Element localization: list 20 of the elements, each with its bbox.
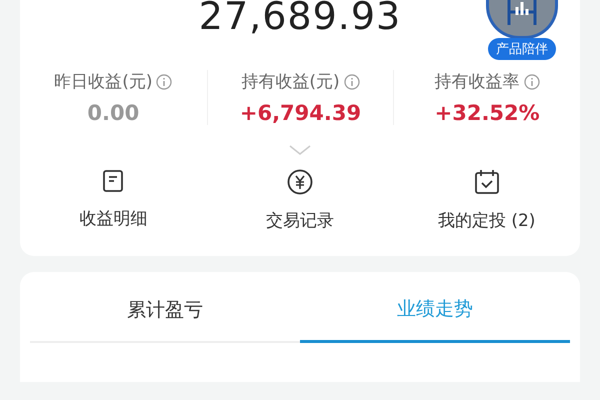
calendar-icon — [474, 169, 500, 195]
document-icon — [102, 169, 124, 193]
action-button[interactable]: 收益明细 — [20, 169, 207, 232]
tab[interactable]: 累计盈亏 — [30, 282, 300, 343]
avatar-icon[interactable] — [486, 0, 558, 39]
stat-label: 持有收益率 — [434, 71, 520, 93]
stat-label: 昨日收益(元) — [54, 71, 152, 93]
action-button[interactable]: 我的定投 (2) — [393, 169, 580, 232]
stat-value: +32.52% — [434, 101, 540, 125]
stat-value: 0.00 — [87, 101, 140, 125]
stat-value: +6,794.39 — [240, 101, 362, 125]
info-icon[interactable] — [344, 74, 360, 90]
action-button[interactable]: 交易记录 — [206, 169, 394, 232]
info-icon[interactable] — [156, 74, 172, 90]
stat-label: 持有收益(元) — [241, 71, 340, 93]
badge[interactable]: 产品陪伴 — [488, 38, 556, 60]
info-icon[interactable] — [524, 74, 540, 90]
chevron-down-icon[interactable] — [289, 145, 311, 155]
total-amount: 27,689.93 — [198, 0, 402, 40]
yuan-icon — [286, 169, 313, 195]
